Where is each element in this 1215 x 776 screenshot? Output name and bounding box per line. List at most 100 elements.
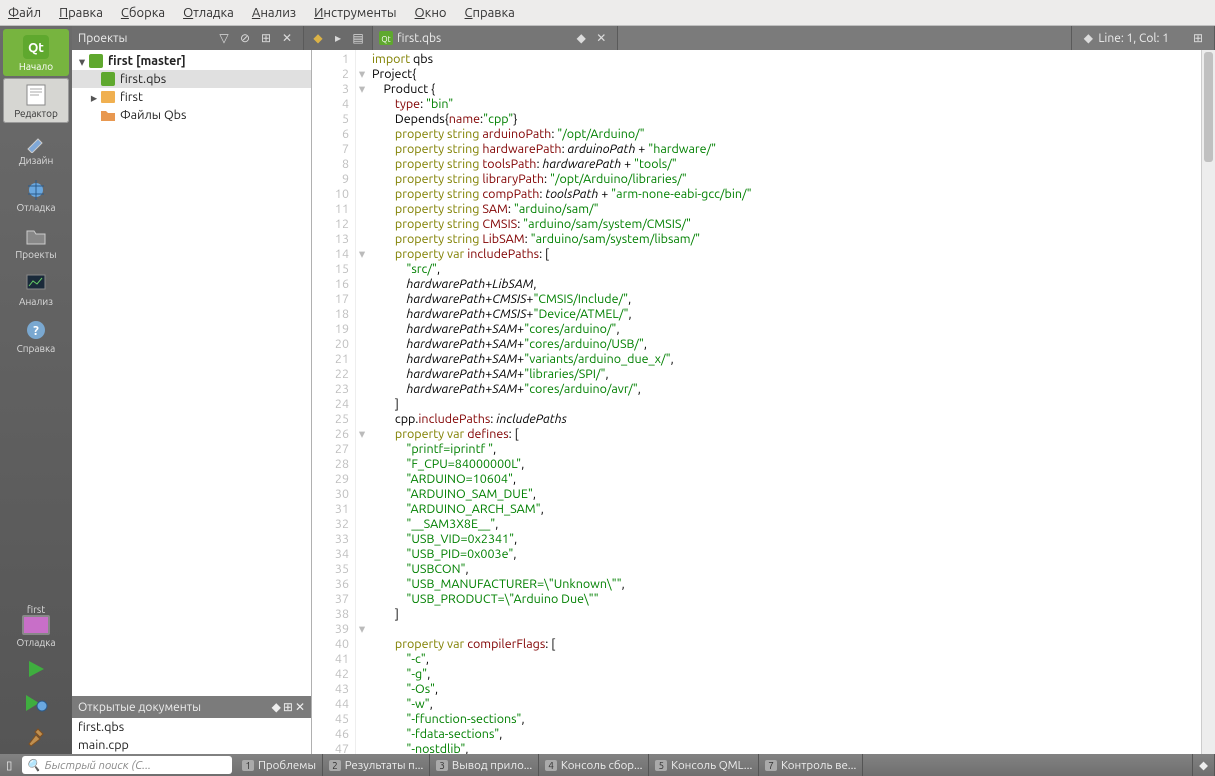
- tree-folder-label: first: [120, 90, 143, 104]
- monitor-icon: [22, 615, 50, 635]
- mode-debug-label: Отладка: [16, 202, 55, 213]
- tree-root-label: first [master]: [108, 54, 186, 68]
- output-pane-7[interactable]: 7Контроль ве...: [759, 754, 863, 776]
- play-icon: [25, 658, 47, 680]
- menu-Правка[interactable]: Правка: [59, 6, 103, 20]
- menu-Инструменты[interactable]: Инструменты: [314, 6, 396, 20]
- menu-Анализ[interactable]: Анализ: [252, 6, 296, 20]
- menu-Отладка[interactable]: Отладка: [183, 6, 234, 20]
- vertical-scrollbar[interactable]: [1201, 50, 1215, 754]
- fold-gutter[interactable]: ▾▾ ▾ ▾ ▾: [356, 50, 368, 754]
- qbs-file-icon: Qt: [379, 31, 393, 45]
- expand-arrow-icon[interactable]: ▸: [88, 90, 100, 105]
- menu-Окно[interactable]: Окно: [415, 6, 447, 20]
- cursor-label: Line: 1, Col: 1: [1098, 32, 1169, 45]
- output-pane-1[interactable]: 1Проблемы: [236, 754, 323, 776]
- nav-back-icon[interactable]: ◆: [309, 29, 327, 47]
- output-pane-3[interactable]: 3Вывод прило...: [430, 754, 539, 776]
- kit-selector[interactable]: first Отладка: [6, 600, 66, 652]
- mode-editor[interactable]: Редактор: [3, 78, 69, 123]
- tree-folder-first[interactable]: ▸ first: [72, 88, 311, 106]
- tree-folder2-label: Файлы Qbs: [120, 108, 186, 122]
- output-pane-5[interactable]: 5Консоль QML...: [649, 754, 759, 776]
- code-editor[interactable]: 1234567891011121314151617181920212223242…: [312, 50, 1215, 754]
- tree-folder-qbsfiles[interactable]: Файлы Qbs: [72, 106, 311, 124]
- bookmark-icon[interactable]: ▤: [349, 29, 367, 47]
- menu-Файл[interactable]: Файл: [8, 6, 41, 20]
- hammer-icon: [25, 726, 47, 748]
- nav-fwd-icon[interactable]: ▸: [329, 29, 347, 47]
- close-tab-icon[interactable]: ✕: [592, 29, 610, 47]
- kit-name: first: [6, 604, 66, 615]
- expand-arrow-icon[interactable]: ▾: [76, 54, 88, 69]
- run-button[interactable]: [12, 655, 60, 683]
- dropdown-icon[interactable]: ◆: [572, 29, 590, 47]
- updown-icon[interactable]: ◆: [1192, 754, 1215, 776]
- open-docs-list: first.qbsmain.cpp: [72, 718, 311, 754]
- editor-icon: [24, 84, 48, 106]
- filter-icon[interactable]: ▽: [215, 29, 233, 47]
- mode-analyze-label: Анализ: [19, 296, 53, 307]
- code-area[interactable]: import qbs Project{ Product { type: "bin…: [368, 50, 1201, 754]
- svg-text:?: ?: [33, 324, 39, 338]
- product-icon: [100, 90, 116, 104]
- split-icon[interactable]: ⊞: [283, 700, 293, 714]
- line-gutter: 1234567891011121314151617181920212223242…: [312, 50, 356, 754]
- projects-pane-header[interactable]: Проекты ▽ ⊘ ⊞ ✕: [72, 26, 304, 50]
- project-pane: ▾ first [master] first.qbs ▸ first: [72, 50, 312, 754]
- open-doc-item[interactable]: first.qbs: [72, 718, 311, 736]
- debug-run-button[interactable]: [12, 689, 60, 717]
- toggle-sidebar-icon[interactable]: ▯: [0, 754, 18, 776]
- mode-debug[interactable]: Отладка: [3, 172, 69, 217]
- scrollbar-thumb[interactable]: [1204, 52, 1213, 162]
- output-pane-bar: ▯ 🔍 Быстрый поиск (C... 1Проблемы2Резуль…: [0, 754, 1215, 776]
- tree-file-label: first.qbs: [120, 72, 166, 86]
- mode-editor-label: Редактор: [14, 108, 58, 119]
- mode-start[interactable]: Qt Начало: [3, 29, 69, 76]
- tree-file-qbs[interactable]: first.qbs: [72, 70, 311, 88]
- open-docs-header[interactable]: Открытые документы ◆ ⊞ ✕: [72, 696, 311, 718]
- menubar: Файл Правка Сборка Отладка Анализ Инструменты…: [0, 0, 1215, 26]
- mode-design-label: Дизайн: [19, 155, 54, 166]
- cursor-position[interactable]: ◆ Line: 1, Col: 1 ⊞: [1071, 26, 1215, 50]
- bug-icon: [24, 178, 48, 200]
- analyze-icon: [24, 272, 48, 294]
- svg-text:Qt: Qt: [381, 35, 391, 44]
- help-icon: ?: [24, 319, 48, 341]
- close-pane-icon[interactable]: ✕: [278, 29, 296, 47]
- qbs-file-icon: [100, 72, 116, 86]
- mode-projects-label: Проекты: [15, 249, 56, 260]
- search-icon: 🔍: [26, 758, 40, 772]
- file-tab[interactable]: Qt first.qbs ◆ ✕: [373, 26, 618, 50]
- file-tab-label: first.qbs: [397, 32, 441, 45]
- folder-icon: [100, 108, 116, 122]
- mode-analyze[interactable]: Анализ: [3, 266, 69, 311]
- editor-toolbar: Проекты ▽ ⊘ ⊞ ✕ ◆ ▸ ▤ Qt first.qbs ◆ ✕: [72, 26, 1215, 50]
- search-placeholder: Быстрый поиск (C...: [45, 759, 151, 772]
- build-button[interactable]: [12, 723, 60, 751]
- updown-icon[interactable]: ◆: [1079, 29, 1097, 47]
- project-icon: [88, 54, 104, 68]
- svg-text:Qt: Qt: [28, 41, 44, 55]
- menu-Сборка[interactable]: Сборка: [121, 6, 165, 20]
- output-pane-4[interactable]: 4Консоль сбор...: [539, 754, 649, 776]
- mode-design[interactable]: Дизайн: [3, 125, 69, 170]
- mode-projects[interactable]: Проекты: [3, 219, 69, 264]
- expand-icon[interactable]: ⊞: [1189, 29, 1207, 47]
- open-doc-item[interactable]: main.cpp: [72, 736, 311, 754]
- project-tree[interactable]: ▾ first [master] first.qbs ▸ first: [72, 50, 311, 696]
- open-docs-label: Открытые документы: [78, 701, 201, 714]
- link-icon[interactable]: ⊘: [236, 29, 254, 47]
- mode-help-label: Справка: [17, 343, 56, 354]
- updown-icon[interactable]: ◆: [272, 700, 281, 714]
- tree-root[interactable]: ▾ first [master]: [72, 52, 311, 70]
- split-icon[interactable]: ⊞: [257, 29, 275, 47]
- output-pane-2[interactable]: 2Результаты п...: [323, 754, 430, 776]
- kit-mode: Отладка: [6, 637, 66, 648]
- locator-search[interactable]: 🔍 Быстрый поиск (C...: [22, 756, 232, 774]
- play-debug-icon: [23, 692, 49, 714]
- mode-sidebar: Qt Начало Редактор Дизайн Отладка Проект…: [0, 26, 72, 754]
- menu-Справка[interactable]: Справка: [465, 6, 515, 20]
- mode-help[interactable]: ? Справка: [3, 313, 69, 358]
- close-icon[interactable]: ✕: [295, 700, 305, 714]
